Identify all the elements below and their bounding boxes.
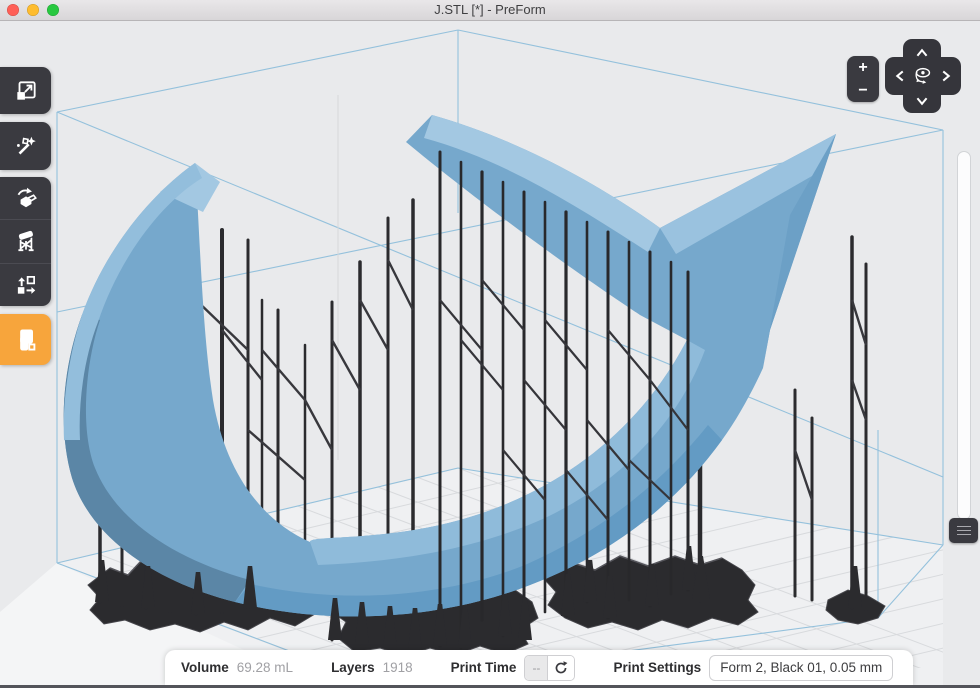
- toolbar-button-supports[interactable]: [0, 219, 51, 262]
- scale-icon: [13, 78, 39, 104]
- orientation-icon: [13, 185, 39, 211]
- reset-view-button[interactable]: [907, 61, 937, 91]
- toolbar-button-orientation[interactable]: [0, 177, 51, 219]
- preform-window: J.STL [*] - PreForm: [0, 0, 980, 688]
- layers-value: 1918: [383, 660, 413, 675]
- titlebar: J.STL [*] - PreForm: [0, 0, 980, 21]
- zoom-controls: + −: [847, 56, 879, 102]
- zoom-in-button[interactable]: +: [847, 56, 879, 79]
- toolbar-button-scale[interactable]: [0, 67, 51, 114]
- print-settings-selector[interactable]: Form 2, Black 01, 0.05 mm: [709, 655, 893, 681]
- print-time-value: --: [525, 656, 547, 680]
- layout-icon: [13, 272, 39, 298]
- refresh-print-time-button[interactable]: [547, 656, 574, 680]
- toolbar-button-print[interactable]: [0, 314, 51, 365]
- layers-label: Layers: [331, 660, 375, 675]
- zoom-out-button[interactable]: −: [847, 79, 879, 102]
- print-time-label: Print Time: [451, 660, 517, 675]
- print-cartridge-icon: [12, 326, 40, 354]
- rotate-down-button[interactable]: [909, 89, 935, 113]
- magic-wand-icon: [13, 133, 39, 159]
- refresh-icon: [553, 660, 569, 676]
- status-bar: Volume 69.28 mL Layers 1918 Print Time -…: [165, 650, 913, 685]
- toolbar-button-layout[interactable]: [0, 263, 51, 306]
- orbit-eye-icon: [908, 62, 936, 90]
- print-settings-label: Print Settings: [613, 660, 701, 675]
- window-title: J.STL [*] - PreForm: [0, 0, 980, 20]
- layer-slider-track[interactable]: [957, 151, 971, 520]
- print-time-control: --: [524, 655, 575, 681]
- volume-value: 69.28 mL: [237, 660, 293, 675]
- viewport-3d[interactable]: + −: [0, 21, 980, 688]
- volume-label: Volume: [181, 660, 229, 675]
- chevron-right-icon: [935, 65, 957, 87]
- supports-icon: [13, 228, 39, 254]
- toolbar-button-one-click-print[interactable]: [0, 122, 51, 170]
- model-canvas[interactable]: [0, 21, 980, 688]
- layer-slider-handle[interactable]: [949, 518, 978, 543]
- chevron-down-icon: [911, 90, 933, 112]
